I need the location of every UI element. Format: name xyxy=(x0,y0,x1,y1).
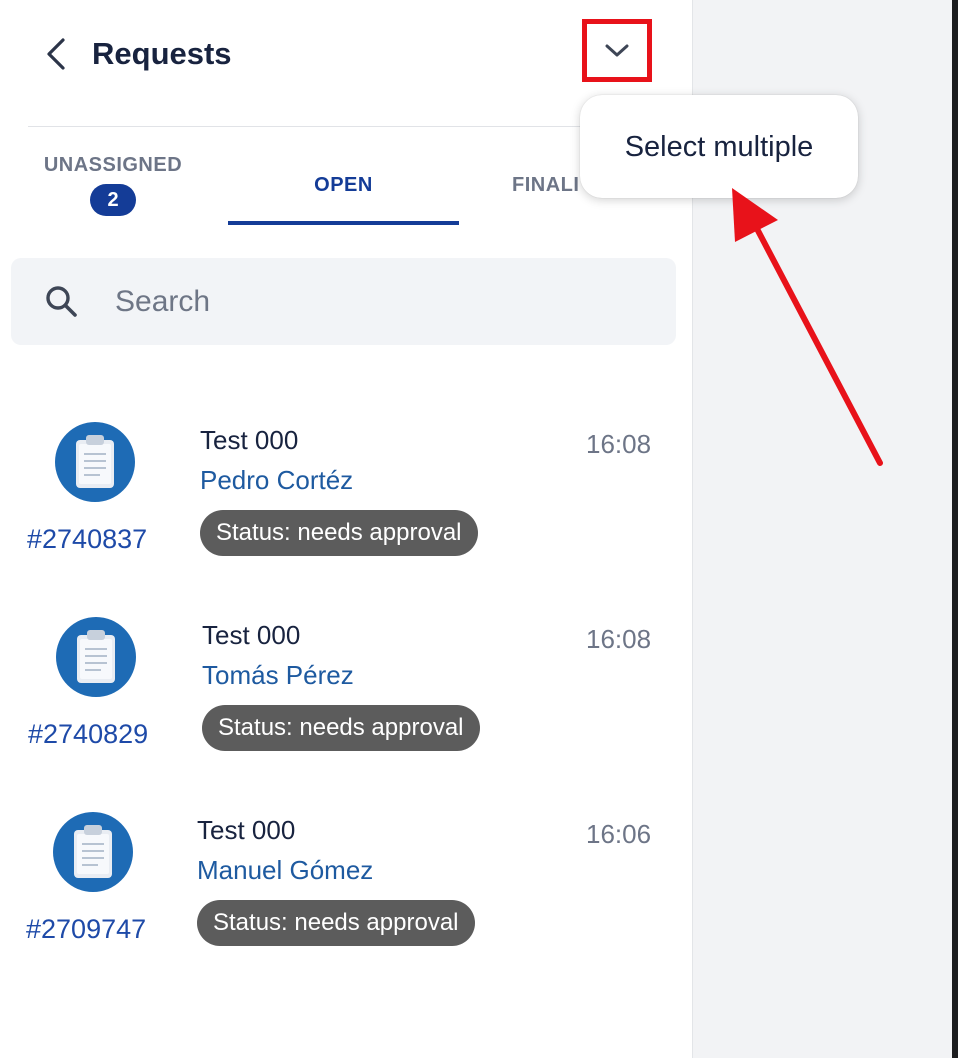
menu-item-label: Select multiple xyxy=(624,130,814,163)
request-time: 16:08 xyxy=(586,429,652,459)
request-item[interactable]: #2740829 Test 000 Tomás Pérez Status: ne… xyxy=(0,617,680,797)
back-button[interactable] xyxy=(40,36,72,72)
request-item[interactable]: #2740837 Test 000 Pedro Cortéz Status: n… xyxy=(0,422,680,602)
search-icon xyxy=(46,286,77,317)
request-title: Test 000 xyxy=(202,620,301,650)
request-avatar xyxy=(55,422,135,502)
status-badge: Status: needs approval xyxy=(200,510,478,556)
requester-name: Manuel Gómez xyxy=(197,855,374,885)
request-title: Test 000 xyxy=(200,425,299,455)
request-id: #2740829 xyxy=(28,719,149,749)
clipboard-icon xyxy=(77,630,115,683)
request-time: 16:06 xyxy=(586,819,652,849)
tab-label: OPEN xyxy=(314,174,373,196)
clipboard-icon xyxy=(76,435,114,488)
request-title: Test 000 xyxy=(197,815,296,845)
clipboard-icon xyxy=(74,825,112,878)
request-id: #2740837 xyxy=(27,524,148,554)
request-time: 16:08 xyxy=(586,624,652,654)
request-item[interactable]: #2709747 Test 000 Manuel Gómez Status: n… xyxy=(0,812,680,992)
select-multiple-menu-item[interactable]: Select multiple xyxy=(580,95,858,198)
window-border xyxy=(952,0,958,1058)
page-title: Requests xyxy=(92,36,232,71)
options-dropdown-button[interactable] xyxy=(582,19,652,82)
active-tab-indicator xyxy=(228,221,459,225)
request-id: #2709747 xyxy=(26,914,147,944)
tab-unassigned[interactable]: UNASSIGNED 2 xyxy=(28,152,198,216)
request-avatar xyxy=(56,617,136,697)
request-avatar xyxy=(53,812,133,892)
requests-screen: Requests UNASSIGNED 2 OPEN FINALI Search… xyxy=(0,0,958,1058)
requester-name: Pedro Cortéz xyxy=(200,465,354,495)
unassigned-count-badge: 2 xyxy=(90,184,136,216)
chevron-left-icon xyxy=(47,38,65,70)
header-divider xyxy=(28,126,628,127)
chevron-down-icon xyxy=(605,44,629,56)
tab-label: UNASSIGNED xyxy=(43,154,183,176)
status-badge: Status: needs approval xyxy=(202,705,480,751)
requester-name: Tomás Pérez xyxy=(202,660,354,690)
status-badge: Status: needs approval xyxy=(197,900,475,946)
search-input[interactable] xyxy=(115,278,655,326)
tab-open[interactable]: OPEN xyxy=(228,172,459,198)
